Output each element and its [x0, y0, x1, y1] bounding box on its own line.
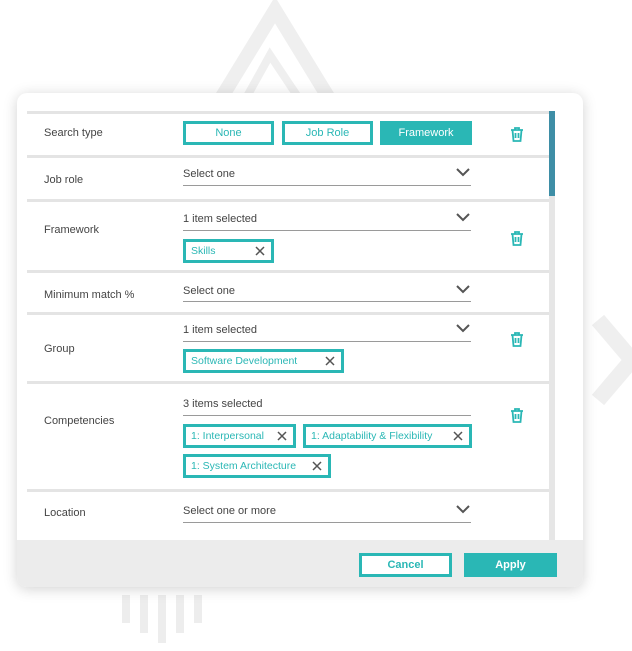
- chevron-down-icon: [456, 168, 470, 177]
- competencies-select[interactable]: 3 items selected: [183, 398, 471, 416]
- close-icon[interactable]: [325, 356, 335, 366]
- competency-chip-system-architecture: 1: System Architecture: [183, 454, 331, 478]
- minimum-match-value: Select one: [183, 285, 235, 297]
- group-value: 1 item selected: [183, 324, 257, 336]
- search-type-job-role-button[interactable]: Job Role: [282, 121, 373, 145]
- location-label: Location: [44, 507, 86, 519]
- competencies-value: 3 items selected: [183, 398, 263, 410]
- group-label: Group: [44, 343, 75, 355]
- chip-label: Skills: [191, 245, 216, 257]
- close-icon[interactable]: [277, 431, 287, 441]
- framework-select[interactable]: 1 item selected: [183, 213, 471, 231]
- trash-icon[interactable]: [510, 126, 524, 142]
- framework-value: 1 item selected: [183, 213, 257, 225]
- trash-icon[interactable]: [510, 407, 524, 423]
- chevron-down-icon: [456, 213, 470, 222]
- row-divider: [27, 381, 549, 384]
- location-value: Select one or more: [183, 505, 276, 517]
- panel-footer: Cancel Apply: [17, 540, 583, 587]
- filter-scroll-area: Search type None Job Role Framework Job …: [17, 93, 557, 540]
- framework-label: Framework: [44, 224, 100, 236]
- job-role-label: Job role: [44, 174, 84, 186]
- chevron-down-icon: [456, 505, 470, 514]
- chip-label: 1: System Architecture: [191, 460, 297, 472]
- close-icon[interactable]: [255, 246, 265, 256]
- chip-label: Software Development: [191, 355, 298, 367]
- close-icon[interactable]: [453, 431, 463, 441]
- trash-icon[interactable]: [510, 331, 524, 347]
- job-role-select[interactable]: Select one: [183, 168, 471, 186]
- competencies-label: Competencies: [44, 415, 115, 427]
- framework-chip-skills: Skills: [183, 239, 274, 263]
- group-select[interactable]: 1 item selected: [183, 324, 471, 342]
- row-divider: [27, 270, 549, 273]
- chip-label: 1: Interpersonal: [191, 430, 264, 442]
- row-divider: [27, 199, 549, 202]
- row-divider: [27, 489, 549, 492]
- competency-chip-interpersonal: 1: Interpersonal: [183, 424, 296, 448]
- chevron-down-icon: [456, 324, 470, 333]
- chevron-down-icon: [456, 285, 470, 294]
- competency-chip-adaptability: 1: Adaptability & Flexibility: [303, 424, 472, 448]
- row-divider: [27, 111, 549, 114]
- location-select[interactable]: Select one or more: [183, 505, 471, 523]
- search-type-framework-button[interactable]: Framework: [380, 121, 472, 145]
- chip-label: 1: Adaptability & Flexibility: [311, 430, 433, 442]
- close-icon[interactable]: [312, 461, 322, 471]
- row-divider: [27, 155, 549, 158]
- cancel-button[interactable]: Cancel: [359, 553, 452, 577]
- trash-icon[interactable]: [510, 230, 524, 246]
- minimum-match-select[interactable]: Select one: [183, 285, 471, 302]
- scrollbar-thumb[interactable]: [549, 111, 555, 196]
- search-type-none-button[interactable]: None: [183, 121, 274, 145]
- row-divider: [27, 312, 549, 315]
- filter-panel: Search type None Job Role Framework Job …: [17, 93, 583, 587]
- group-chip-software-development: Software Development: [183, 349, 344, 373]
- job-role-value: Select one: [183, 168, 235, 180]
- apply-button[interactable]: Apply: [464, 553, 557, 577]
- minimum-match-label: Minimum match %: [44, 289, 135, 301]
- search-type-label: Search type: [44, 127, 103, 139]
